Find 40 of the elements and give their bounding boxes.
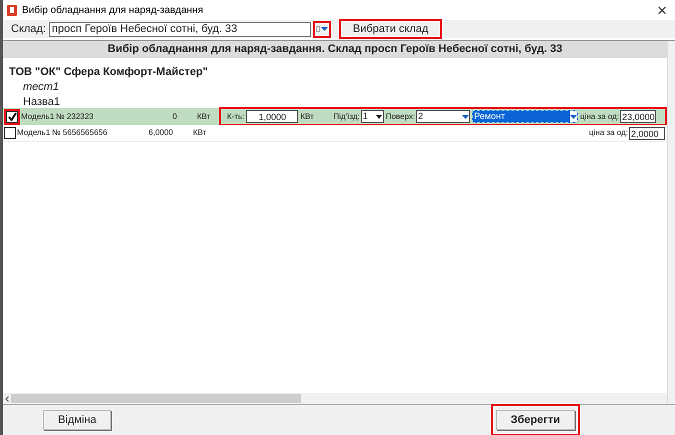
work-type-select[interactable]: Ремонт <box>472 110 578 123</box>
warehouse-field[interactable]: просп Героїв Небесної сотні, буд. 33 <box>48 22 311 36</box>
close-button[interactable]: × <box>657 2 671 18</box>
app-icon <box>7 4 17 16</box>
serial-number: № 5656565656 <box>52 127 108 139</box>
unit-text: КВт <box>197 110 212 122</box>
cancel-button[interactable]: Відміна <box>43 410 112 430</box>
work-type-value: Ремонт <box>474 110 506 123</box>
quantity-field[interactable]: 1,0000 <box>246 110 298 123</box>
unit-text: КВт <box>193 127 208 139</box>
amount-text: 6,0000 <box>148 127 173 139</box>
field-label: К-ть: <box>227 110 244 122</box>
section-header: Вибір обладнання для наряд-завдання. Склад просп Героїв Небесної сотні, буд. 33 <box>3 41 667 58</box>
checkbox[interactable] <box>4 127 16 139</box>
scroll-left-icon[interactable] <box>5 396 9 402</box>
amount-text: 0 <box>172 110 177 122</box>
floor-field[interactable]: 2 <box>416 110 470 123</box>
window-title: Вибір обладнання для наряд-завдання <box>22 4 204 18</box>
field-label: Під'їзд: <box>333 110 360 122</box>
group-name: тест1 <box>22 80 60 94</box>
save-button[interactable]: Зберегти <box>496 410 575 430</box>
company-name: ТОВ "ОК" Сфера Комфорт-Майстер" <box>8 65 209 79</box>
field-label: ціна за од: <box>580 110 620 122</box>
price-field[interactable]: 23,0000 <box>620 110 656 123</box>
entrance-select[interactable]: 1 <box>360 110 384 123</box>
dropdown-icon[interactable] <box>462 114 470 118</box>
price-field[interactable]: 2,0000 <box>629 126 665 140</box>
field-label: Поверх: <box>386 110 416 122</box>
dropdown-icon[interactable] <box>376 114 382 118</box>
model-text: Модель1 <box>21 110 56 122</box>
model-text: Модель1 <box>17 127 52 139</box>
serial-number: № 232323 <box>56 110 94 122</box>
field-label: ціна за од: <box>589 127 628 139</box>
unit-text: КВт <box>300 110 315 122</box>
floor-value: 2 <box>418 110 424 123</box>
entrance-value: 1 <box>362 110 368 123</box>
equipment-row[interactable]: Модель1 № 5656565656 6,0000 КВт ціна за од: 2,0000 <box>3 125 667 142</box>
item-name: Назва1 <box>22 95 61 108</box>
equipment-row[interactable]: Модель1 № 232323 0 КВт К-ть: 1,0000 КВт Під'їзд: 1 Поверх: 2 Ремонт ціна за од: 23,0000 <box>3 108 667 125</box>
field-label: Склад: <box>11 22 46 37</box>
